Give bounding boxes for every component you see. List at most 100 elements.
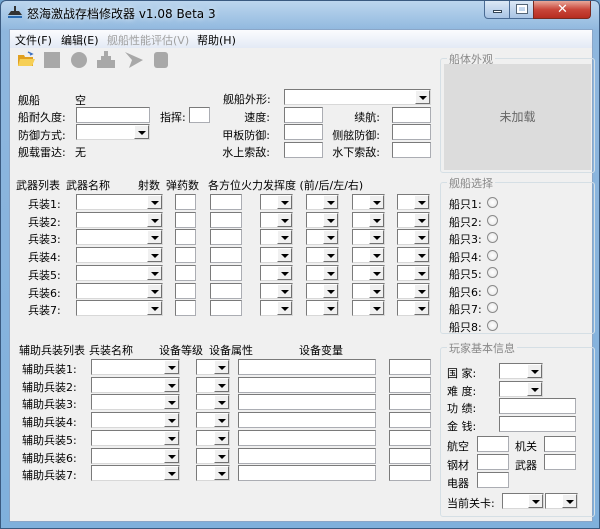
electrical-input[interactable] [477,472,509,488]
arc-left-select[interactable] [352,194,385,210]
chevron-down-icon[interactable] [134,125,149,139]
arc-rear-select[interactable] [306,229,339,246]
aux-level-select[interactable] [196,429,230,446]
weapon-name-select[interactable] [76,194,163,210]
difficulty-select[interactable] [499,381,543,397]
ship-select-radio[interactable] [487,249,498,261]
side-defense-input[interactable] [392,124,431,140]
weapon-shots-input[interactable] [175,282,196,299]
weapon-ammo-input[interactable] [210,247,242,264]
aux-level-select[interactable] [196,447,230,464]
chevron-down-icon[interactable] [147,195,162,209]
weapon-shots-input[interactable] [175,194,196,210]
stage-select-1[interactable] [502,493,544,509]
chevron-down-icon[interactable] [527,364,542,378]
chevron-down-icon[interactable] [323,195,338,209]
chevron-down-icon[interactable] [323,265,338,280]
chevron-down-icon[interactable] [277,301,292,316]
chevron-down-icon[interactable] [214,448,229,463]
close-button[interactable]: ✕ [533,1,591,19]
chevron-down-icon[interactable] [414,265,429,280]
chevron-down-icon[interactable] [277,283,292,298]
durability-input[interactable] [76,107,150,123]
chevron-down-icon[interactable] [147,230,162,245]
aux-var-input[interactable] [389,359,431,375]
aux-attr-input[interactable] [238,465,376,482]
arc-front-select[interactable] [260,229,293,246]
arc-right-select[interactable] [397,229,430,246]
country-select[interactable] [499,363,543,379]
steel-input[interactable] [477,454,509,470]
aux-var-input[interactable] [389,376,431,393]
aux-var-input[interactable] [389,429,431,446]
minimize-button[interactable] [484,1,510,19]
ship-select-radio[interactable] [487,284,498,296]
chevron-down-icon[interactable] [528,494,543,508]
weapon-ammo-input[interactable] [210,194,242,210]
merit-input[interactable] [499,398,576,414]
arc-left-select[interactable] [352,229,385,246]
chevron-down-icon[interactable] [214,377,229,392]
aux-name-select[interactable] [91,359,180,375]
circle-icon[interactable] [71,52,87,68]
ship-select-radio[interactable] [487,232,498,243]
arc-left-select[interactable] [352,211,385,228]
chevron-down-icon[interactable] [147,283,162,298]
chevron-down-icon[interactable] [369,283,384,298]
weapon-shots-input[interactable] [175,247,196,264]
chevron-down-icon[interactable] [369,230,384,245]
arc-right-select[interactable] [397,247,430,264]
chevron-down-icon[interactable] [214,360,229,374]
speed-input[interactable] [284,107,323,123]
open-folder-icon[interactable] [17,51,35,67]
arc-left-select[interactable] [352,247,385,264]
chevron-down-icon[interactable] [414,195,429,209]
chevron-down-icon[interactable] [414,301,429,316]
chevron-down-icon[interactable] [369,265,384,280]
ship-select-radio[interactable] [487,214,498,226]
ship-select-radio[interactable] [487,302,498,313]
weapon-ammo-input[interactable] [210,282,242,299]
chevron-down-icon[interactable] [562,494,577,508]
aux-name-select[interactable] [91,447,180,464]
arc-front-select[interactable] [260,264,293,281]
chevron-down-icon[interactable] [147,301,162,316]
underwater-scan-input[interactable] [392,142,431,158]
menu-edit[interactable]: 编辑(E) [61,32,99,48]
chevron-down-icon[interactable] [164,395,179,410]
chevron-down-icon[interactable] [164,448,179,463]
chevron-down-icon[interactable] [527,382,542,396]
aux-level-select[interactable] [196,359,230,375]
aux-level-select[interactable] [196,394,230,411]
arc-right-select[interactable] [397,300,430,317]
aux-attr-input[interactable] [238,447,376,464]
weapon-shots-input[interactable] [175,229,196,246]
chevron-down-icon[interactable] [369,195,384,209]
range-input[interactable] [392,107,431,123]
arc-rear-select[interactable] [306,264,339,281]
menu-file[interactable]: 文件(F) [15,32,52,48]
aux-attr-input[interactable] [238,394,376,411]
arc-right-select[interactable] [397,282,430,299]
arc-rear-select[interactable] [306,247,339,264]
aux-attr-input[interactable] [238,376,376,393]
arc-front-select[interactable] [260,247,293,264]
chevron-down-icon[interactable] [414,283,429,298]
arc-left-select[interactable] [352,264,385,281]
weapon-ammo-input[interactable] [210,264,242,281]
aux-attr-input[interactable] [238,412,376,429]
arc-front-select[interactable] [260,211,293,228]
stage-select-2[interactable] [545,493,578,509]
chevron-down-icon[interactable] [164,413,179,428]
surface-scan-input[interactable] [284,142,323,158]
weapon-shots-input[interactable] [175,211,196,228]
weapon-ammo-input[interactable] [210,300,242,317]
deck-defense-input[interactable] [284,124,323,140]
aux-attr-input[interactable] [238,429,376,446]
weapon-ammo-input[interactable] [210,211,242,228]
aux-name-select[interactable] [91,412,180,429]
chevron-down-icon[interactable] [323,230,338,245]
ship-select-radio[interactable] [487,197,498,208]
weapons-res-input[interactable] [544,454,576,470]
weapon-name-select[interactable] [76,282,163,299]
